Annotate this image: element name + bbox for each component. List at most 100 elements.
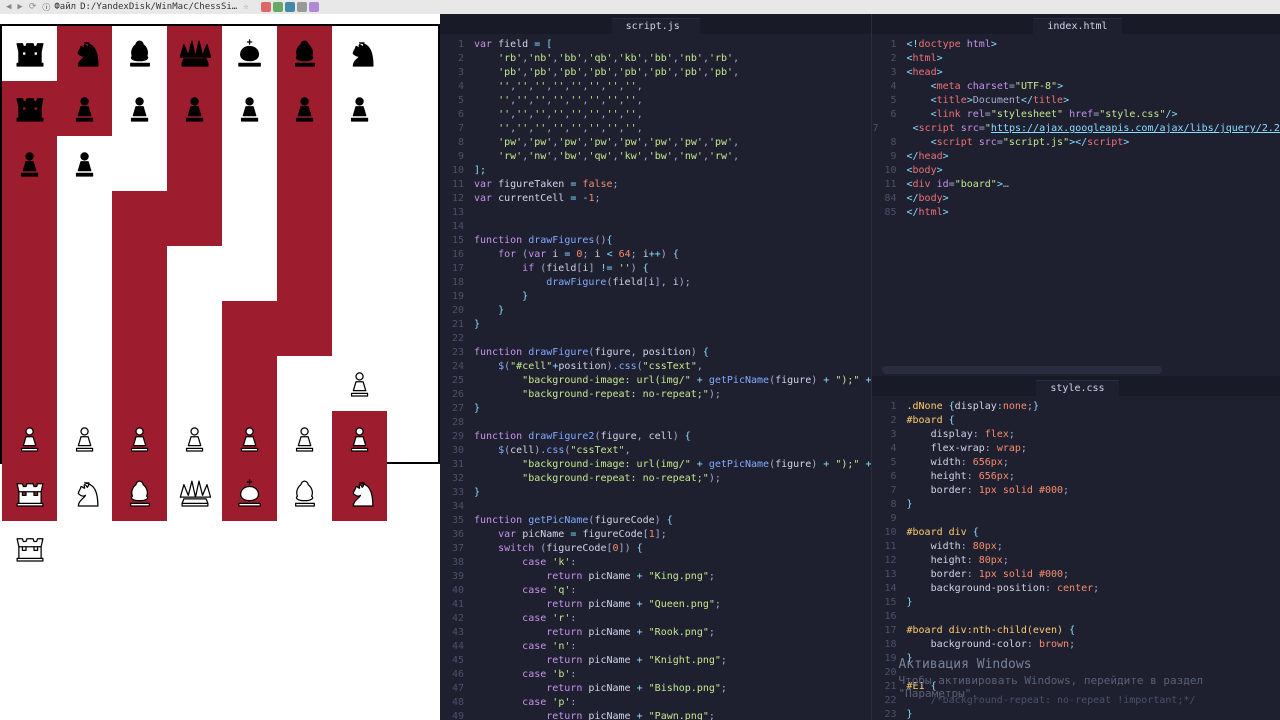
- code-line[interactable]: 3 display: flex;: [872, 428, 1280, 442]
- code-line[interactable]: 10<body>: [872, 164, 1280, 178]
- code-line[interactable]: 24 $("#cell"+position).css("cssText",: [440, 360, 871, 374]
- code-line[interactable]: 21}: [440, 318, 871, 332]
- chess-cell[interactable]: [222, 26, 277, 81]
- code-line[interactable]: 12 height: 80px;: [872, 554, 1280, 568]
- chess-cell[interactable]: [277, 81, 332, 136]
- code-line[interactable]: 1var field = [: [440, 38, 871, 52]
- chess-cell[interactable]: [112, 301, 167, 356]
- tab-style[interactable]: style.css: [1036, 380, 1118, 396]
- chess-cell[interactable]: [332, 136, 387, 191]
- code-line[interactable]: 15function drawFigures(){: [440, 234, 871, 248]
- code-line[interactable]: 84</body>: [872, 192, 1280, 206]
- chess-cell[interactable]: [2, 301, 57, 356]
- chess-cell[interactable]: [167, 81, 222, 136]
- code-line[interactable]: 26 "background-repeat: no-repeat;");: [440, 388, 871, 402]
- chess-cell[interactable]: [277, 191, 332, 246]
- code-line[interactable]: 14 background-position: center;: [872, 582, 1280, 596]
- code-line[interactable]: 3<head>: [872, 66, 1280, 80]
- code-line[interactable]: 11var figureTaken = false;: [440, 178, 871, 192]
- tab-script[interactable]: script.js: [612, 18, 700, 34]
- chess-cell[interactable]: [2, 521, 57, 576]
- chess-cell[interactable]: [332, 246, 387, 301]
- chess-cell[interactable]: [332, 411, 387, 466]
- chess-cell[interactable]: [2, 356, 57, 411]
- address-path[interactable]: D:/YandexDisk/WinMac/ChessSi…: [80, 2, 237, 12]
- code-line[interactable]: 2<html>: [872, 52, 1280, 66]
- code-line[interactable]: 45 return picName + "Knight.png";: [440, 654, 871, 668]
- code-line[interactable]: 29function drawFigure2(figure, cell) {: [440, 430, 871, 444]
- code-line[interactable]: 17 if (field[i] != '') {: [440, 262, 871, 276]
- chess-cell[interactable]: [57, 301, 112, 356]
- chess-cell[interactable]: [222, 301, 277, 356]
- code-line[interactable]: 7 '','','','','','','','',: [440, 122, 871, 136]
- chess-cell[interactable]: [2, 191, 57, 246]
- chess-cell[interactable]: [57, 411, 112, 466]
- chess-cell[interactable]: [167, 466, 222, 521]
- code-line[interactable]: 6 <link rel="stylesheet" href="style.css…: [872, 108, 1280, 122]
- chess-cell[interactable]: [57, 246, 112, 301]
- chess-board[interactable]: [0, 24, 440, 464]
- star-icon[interactable]: ☆: [243, 2, 248, 12]
- code-line[interactable]: 4 <meta charset="UTF-8">: [872, 80, 1280, 94]
- code-line[interactable]: 5 <title>Document</title>: [872, 94, 1280, 108]
- code-line[interactable]: 41 return picName + "Queen.png";: [440, 598, 871, 612]
- chess-cell[interactable]: [277, 301, 332, 356]
- code-line[interactable]: 8 'pw','pw','pw','pw','pw','pw','pw','pw…: [440, 136, 871, 150]
- chess-cell[interactable]: [167, 301, 222, 356]
- chess-cell[interactable]: [332, 466, 387, 521]
- code-line[interactable]: 6 '','','','','','','','',: [440, 108, 871, 122]
- chess-cell[interactable]: [222, 246, 277, 301]
- code-line[interactable]: 38 case 'k':: [440, 556, 871, 570]
- code-line[interactable]: 85</html>: [872, 206, 1280, 220]
- code-line[interactable]: 35function getPicName(figureCode) {: [440, 514, 871, 528]
- chess-cell[interactable]: [57, 136, 112, 191]
- chess-cell[interactable]: [57, 191, 112, 246]
- code-line[interactable]: 18 drawFigure(field[i], i);: [440, 276, 871, 290]
- code-line[interactable]: 23function drawFigure(figure, position) …: [440, 346, 871, 360]
- chess-cell[interactable]: [222, 191, 277, 246]
- code-line[interactable]: 9</head>: [872, 150, 1280, 164]
- code-line[interactable]: 10#board div {: [872, 526, 1280, 540]
- chess-cell[interactable]: [332, 301, 387, 356]
- chess-cell[interactable]: [222, 356, 277, 411]
- code-line[interactable]: 11<div id="board">…: [872, 178, 1280, 192]
- code-line[interactable]: 18 background-color: brown;: [872, 638, 1280, 652]
- code-line[interactable]: 9: [872, 512, 1280, 526]
- code-line[interactable]: 13: [440, 206, 871, 220]
- chess-cell[interactable]: [112, 191, 167, 246]
- nav-reload-icon[interactable]: ⟳: [29, 2, 37, 12]
- chess-cell[interactable]: [2, 136, 57, 191]
- code-line[interactable]: 2#board {: [872, 414, 1280, 428]
- chess-cell[interactable]: [167, 26, 222, 81]
- chess-cell[interactable]: [2, 81, 57, 136]
- code-line[interactable]: 1<!doctype html>: [872, 38, 1280, 52]
- code-line[interactable]: 5 '','','','','','','','',: [440, 94, 871, 108]
- code-line[interactable]: 7 <script src="https://ajax.googleapis.c…: [872, 122, 1280, 136]
- extension-icon[interactable]: [273, 2, 283, 12]
- chess-cell[interactable]: [222, 136, 277, 191]
- code-line[interactable]: 43 return picName + "Rook.png";: [440, 626, 871, 640]
- code-line[interactable]: 30 $(cell).css("cssText",: [440, 444, 871, 458]
- chess-cell[interactable]: [277, 356, 332, 411]
- chess-cell[interactable]: [112, 356, 167, 411]
- chess-cell[interactable]: [57, 26, 112, 81]
- code-line[interactable]: 49 return picName + "Pawn.png";: [440, 710, 871, 720]
- code-line[interactable]: 4 '','','','','','','','',: [440, 80, 871, 94]
- code-line[interactable]: 19 }: [440, 290, 871, 304]
- code-line[interactable]: 11 width: 80px;: [872, 540, 1280, 554]
- chess-cell[interactable]: [2, 466, 57, 521]
- code-line[interactable]: 6 height: 656px;: [872, 470, 1280, 484]
- code-line[interactable]: 9 'rw','nw','bw','qw','kw','bw','nw','rw…: [440, 150, 871, 164]
- chess-cell[interactable]: [112, 136, 167, 191]
- code-line[interactable]: 47 return picName + "Bishop.png";: [440, 682, 871, 696]
- chess-cell[interactable]: [112, 26, 167, 81]
- chess-cell[interactable]: [167, 191, 222, 246]
- code-line[interactable]: 19}: [872, 652, 1280, 666]
- extension-icon[interactable]: [285, 2, 295, 12]
- extension-icon[interactable]: [261, 2, 271, 12]
- code-line[interactable]: 33}: [440, 486, 871, 500]
- code-line[interactable]: 32 "background-repeat: no-repeat;");: [440, 472, 871, 486]
- code-line[interactable]: 8}: [872, 498, 1280, 512]
- chess-cell[interactable]: [112, 466, 167, 521]
- code-line[interactable]: 13 border: 1px solid #000;: [872, 568, 1280, 582]
